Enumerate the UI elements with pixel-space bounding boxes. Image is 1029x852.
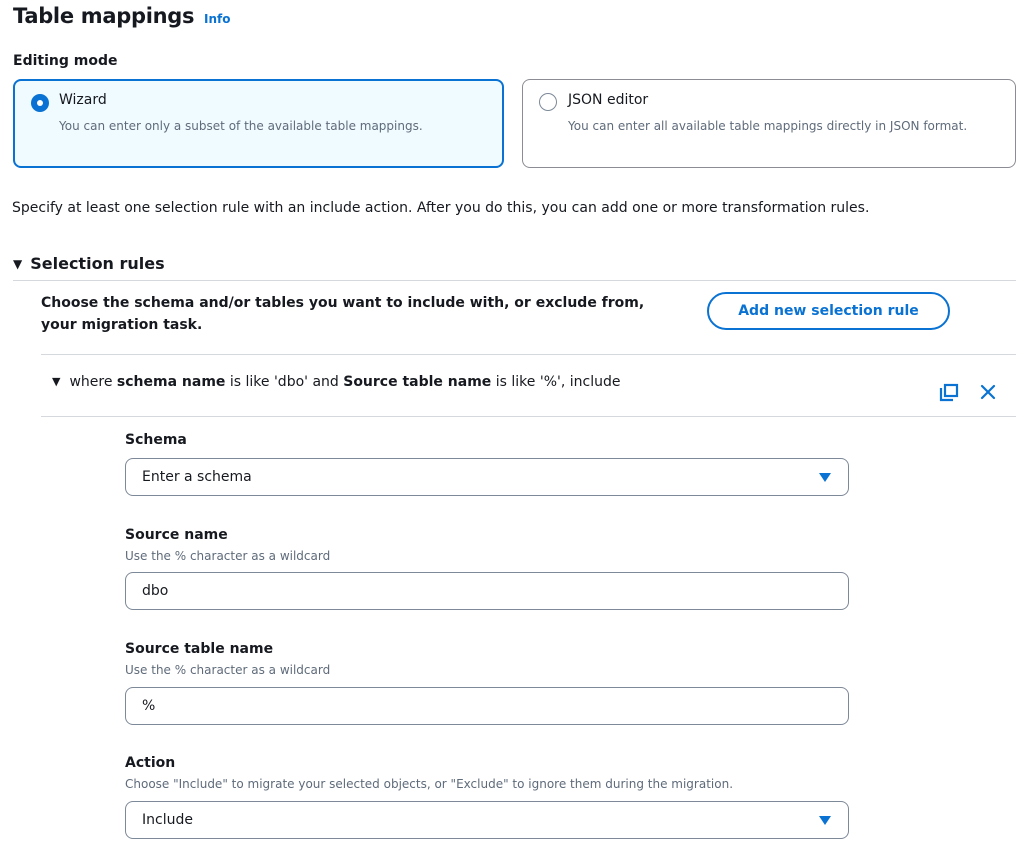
action-label: Action [125, 755, 176, 771]
source-table-name-input[interactable]: % [125, 687, 849, 725]
rule-summary-bold: Source table name [343, 374, 492, 390]
selection-rules-description: Choose the schema and/or tables you want… [41, 295, 645, 333]
json-editor-tile[interactable]: JSON editor You can enter all available … [522, 79, 1016, 168]
action-select[interactable]: Include [125, 801, 849, 839]
caret-down-icon [819, 473, 831, 482]
close-icon[interactable] [979, 383, 997, 401]
action-value: Include [142, 812, 193, 828]
page-title: Table mappings [13, 4, 195, 28]
caret-down-icon: ▼ [52, 375, 61, 388]
action-description: Choose "Include" to migrate your selecte… [125, 777, 734, 791]
help-text: Specify at least one selection rule with… [12, 200, 870, 216]
schema-label: Schema [125, 432, 187, 448]
source-table-name-description: Use the % character as a wildcard [125, 663, 331, 677]
json-editor-title: JSON editor [568, 92, 649, 108]
wizard-radio-selected[interactable] [31, 94, 49, 112]
json-editor-description: You can enter all available table mappin… [568, 119, 968, 133]
editing-mode-label: Editing mode [13, 53, 118, 69]
source-name-label: Source name [125, 527, 228, 543]
caret-down-icon [819, 816, 831, 825]
rule-summary-toggle[interactable]: ▼ where schema name is like 'dbo' and Sou… [52, 374, 620, 390]
selection-rules-title: Selection rules [30, 254, 165, 273]
rule-summary-part: is like '%', include [491, 374, 621, 390]
schema-select[interactable]: Enter a schema [125, 458, 849, 496]
caret-down-icon: ▼ [13, 257, 23, 271]
source-name-input[interactable]: dbo [125, 572, 849, 610]
schema-placeholder: Enter a schema [142, 469, 252, 485]
rule-summary-part: is like 'dbo' and [225, 374, 344, 390]
copy-icon[interactable] [938, 382, 960, 404]
rule-divider-bottom [41, 416, 1016, 417]
wizard-description: You can enter only a subset of the avail… [59, 119, 423, 133]
info-link[interactable]: Info [204, 12, 230, 26]
wizard-tile[interactable]: Wizard You can enter only a subset of th… [13, 79, 504, 168]
source-table-name-label: Source table name [125, 641, 274, 657]
rule-divider-top [41, 354, 1016, 355]
rule-summary-bold: schema name [116, 374, 226, 390]
rule-summary-part: where [69, 374, 117, 390]
section-divider [13, 280, 1016, 281]
wizard-title: Wizard [59, 92, 107, 108]
json-editor-radio[interactable] [539, 93, 557, 111]
add-selection-rule-button[interactable]: Add new selection rule [707, 292, 950, 330]
source-name-description: Use the % character as a wildcard [125, 549, 331, 563]
selection-rules-toggle[interactable]: ▼ Selection rules [13, 254, 165, 273]
